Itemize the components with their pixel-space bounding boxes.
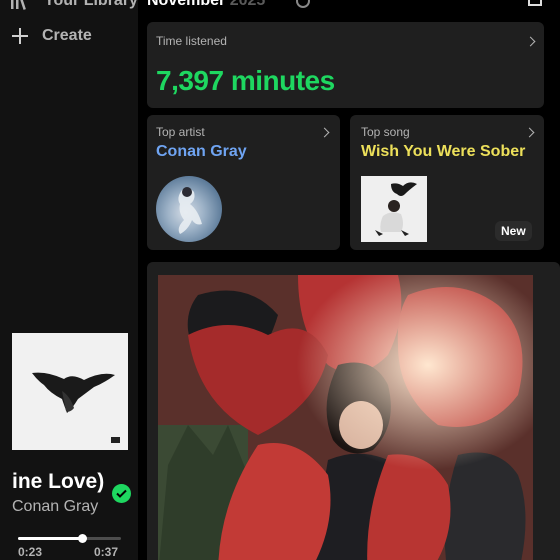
time-listened-card[interactable]: Time listened 7,397 minutes [147, 22, 544, 108]
bird-artwork [32, 372, 120, 443]
page-title-month: November [147, 0, 226, 9]
now-playing-album-art[interactable] [12, 333, 128, 450]
page-title-year: 2025 [229, 0, 266, 9]
top-song-label: Top song [361, 125, 410, 139]
progress-handle[interactable] [77, 534, 87, 543]
time-listened-label: Time listened [156, 34, 227, 48]
top-artist-label: Top artist [156, 125, 205, 139]
page-title: November 2025 [147, 0, 265, 10]
now-playing-artist[interactable]: Conan Gray [12, 498, 98, 516]
top-song-name: Wish You Were Sober [361, 143, 526, 160]
plus-icon [12, 28, 28, 44]
share-icon[interactable] [528, 0, 542, 6]
new-badge: New [495, 221, 532, 241]
artist-photo [158, 275, 533, 560]
create-label: Create [42, 27, 92, 44]
elapsed-time: 0:23 [18, 545, 43, 559]
create-button[interactable]: Create [10, 26, 92, 46]
now-playing-title[interactable]: ine Love) [12, 470, 107, 494]
chevron-right-icon [525, 36, 536, 47]
chevron-right-icon [524, 127, 535, 138]
photo-card[interactable] [147, 262, 560, 560]
top-song-card[interactable]: Top song Wish You Were Sober New [350, 115, 544, 250]
check-circle-icon[interactable] [112, 484, 131, 503]
top-artist-name: Conan Gray [156, 143, 247, 160]
top-artist-card[interactable]: Top artist Conan Gray [147, 115, 340, 250]
library-label: Your Library [44, 0, 138, 9]
top-song-art [361, 176, 427, 242]
artist-avatar [156, 176, 222, 242]
info-icon[interactable] [296, 0, 310, 8]
chevron-right-icon [319, 127, 330, 138]
your-library-button[interactable]: Your Library [10, 0, 138, 10]
progress-bar[interactable] [18, 534, 121, 543]
minutes-value: 7,397 minutes [156, 65, 335, 96]
progress-fill [18, 537, 82, 540]
sidebar: Your Library Create ine Love) Conan Gray… [0, 0, 138, 560]
library-icon [11, 0, 26, 10]
main-content: November 2025 Time listened 7,397 minute… [138, 0, 560, 560]
total-duration: 0:37 [94, 545, 119, 559]
